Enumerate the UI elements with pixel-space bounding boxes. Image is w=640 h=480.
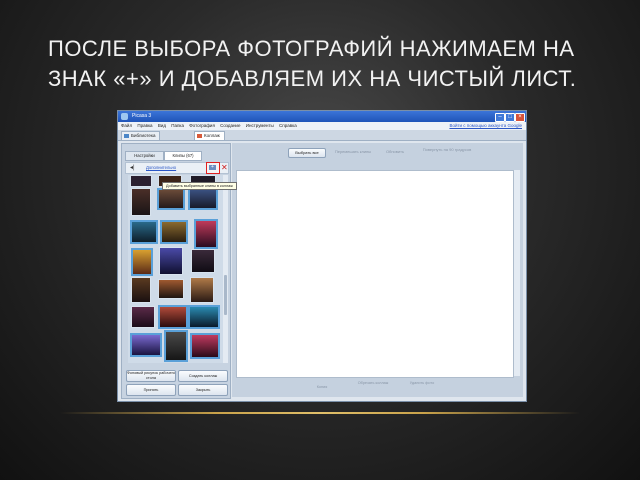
photo-thumbnail[interactable] [164, 330, 188, 362]
tab-library[interactable]: Библиотека [121, 131, 161, 140]
photo-thumbnail[interactable] [159, 247, 183, 275]
menu-bar: Файл Правка Вид Папка Фотография Создани… [118, 122, 526, 130]
clips-scrollbar[interactable] [223, 175, 228, 363]
tab-clips[interactable]: Клипы (67) [164, 151, 202, 161]
clips-toolbar: ◂| Дополнительно + ✕ [125, 162, 229, 174]
back-icon[interactable]: ◂| [130, 165, 135, 171]
collage-canvas[interactable] [236, 170, 514, 378]
collage-icon [197, 134, 202, 138]
tab-settings[interactable]: Настройки [125, 151, 164, 161]
crop-collage-button[interactable]: Обрезать коллаж [350, 381, 396, 393]
photo-thumbnail[interactable] [131, 277, 151, 303]
menu-folder[interactable]: Папка [171, 123, 184, 128]
photo-thumbnail[interactable] [188, 188, 218, 210]
photo-thumbnail[interactable] [158, 305, 188, 329]
menu-tools[interactable]: Инструменты [246, 123, 274, 128]
photo-thumbnail[interactable] [131, 188, 151, 216]
picasa-window: Picasa 3 – □ × Файл Правка Вид Папка Фот… [117, 110, 527, 402]
clips-scrollbar-thumb[interactable] [224, 275, 227, 315]
slide-title: ПОСЛЕ ВЫБОРА ФОТОГРАФИЙ НАЖИМАЕМ НА ЗНАК… [48, 34, 608, 94]
accept-button[interactable]: Принять [126, 384, 176, 396]
select-all-button[interactable]: Выбрать все [288, 148, 326, 158]
photo-thumbnail[interactable] [157, 188, 185, 210]
copy-button[interactable]: Копия [302, 381, 342, 393]
clips-grid [128, 175, 223, 363]
tab-collage-label: Коллаж [204, 133, 220, 138]
add-clips-tooltip: Добавить выбранные клипы в коллаж [162, 182, 237, 190]
photo-thumbnail[interactable] [131, 306, 155, 328]
photo-thumbnail[interactable] [190, 333, 220, 359]
google-signin-link[interactable]: Войти с помощью аккаунта Google [449, 122, 522, 130]
desktop-background-button[interactable]: Фоновый рисунок рабочего стола [126, 370, 176, 382]
menu-view[interactable]: Вид [158, 123, 166, 128]
window-title: Picasa 3 [132, 113, 152, 119]
menu-file[interactable]: Файл [121, 123, 132, 128]
menu-help[interactable]: Справка [279, 123, 297, 128]
extra-link[interactable]: Дополнительно [146, 165, 176, 170]
photo-thumbnail[interactable] [130, 175, 152, 187]
photo-thumbnail[interactable] [130, 220, 158, 244]
photo-thumbnail[interactable] [160, 220, 188, 244]
canvas-scrollbar[interactable] [514, 170, 520, 376]
maximize-button[interactable]: □ [505, 113, 515, 122]
library-icon [124, 134, 129, 138]
menu-edit[interactable]: Правка [137, 123, 152, 128]
tab-collage[interactable]: Коллаж [194, 131, 225, 140]
menu-photo[interactable]: Фотография [189, 123, 215, 128]
shuffle-clips-button[interactable]: Перемешать клипы [330, 148, 376, 156]
close-window-button[interactable]: × [515, 113, 525, 122]
photo-thumbnail[interactable] [194, 219, 218, 249]
slide-title-line-1: ПОСЛЕ ВЫБОРА ФОТОГРАФИЙ НАЖИМАЕМ НА [48, 36, 575, 61]
remove-icon[interactable]: ✕ [221, 163, 228, 172]
close-button[interactable]: Закрыть [178, 384, 228, 396]
refresh-button[interactable]: Обновить [378, 148, 412, 156]
app-icon [121, 113, 128, 120]
window-titlebar: Picasa 3 – □ × [118, 111, 526, 122]
main-tab-bar: Библиотека Коллаж [118, 130, 526, 141]
photo-thumbnail[interactable] [131, 248, 153, 276]
slide-title-line-2: ЗНАК «+» И ДОБАВЛЯЕМ ИХ НА ЧИСТЫЙ ЛИСТ. [48, 66, 577, 91]
rotate-button[interactable]: Повернуть на 90 градусов [416, 148, 478, 156]
photo-thumbnail[interactable] [191, 249, 215, 273]
photo-thumbnail[interactable] [188, 305, 220, 329]
menu-create[interactable]: Создание [220, 123, 240, 128]
collage-workspace: Выбрать все Перемешать клипы Обновить По… [232, 143, 523, 397]
photo-thumbnail[interactable] [190, 277, 214, 303]
delete-photo-button[interactable]: Удалить фото [402, 381, 442, 393]
minimize-button[interactable]: – [495, 113, 505, 122]
photo-thumbnail[interactable] [158, 279, 184, 299]
photo-thumbnail[interactable] [130, 333, 162, 357]
add-to-collage-button[interactable]: + [206, 162, 220, 174]
gold-divider [60, 412, 580, 414]
tab-library-label: Библиотека [131, 133, 156, 138]
create-collage-button[interactable]: Создать коллаж [178, 370, 228, 382]
plus-icon: + [209, 165, 216, 170]
